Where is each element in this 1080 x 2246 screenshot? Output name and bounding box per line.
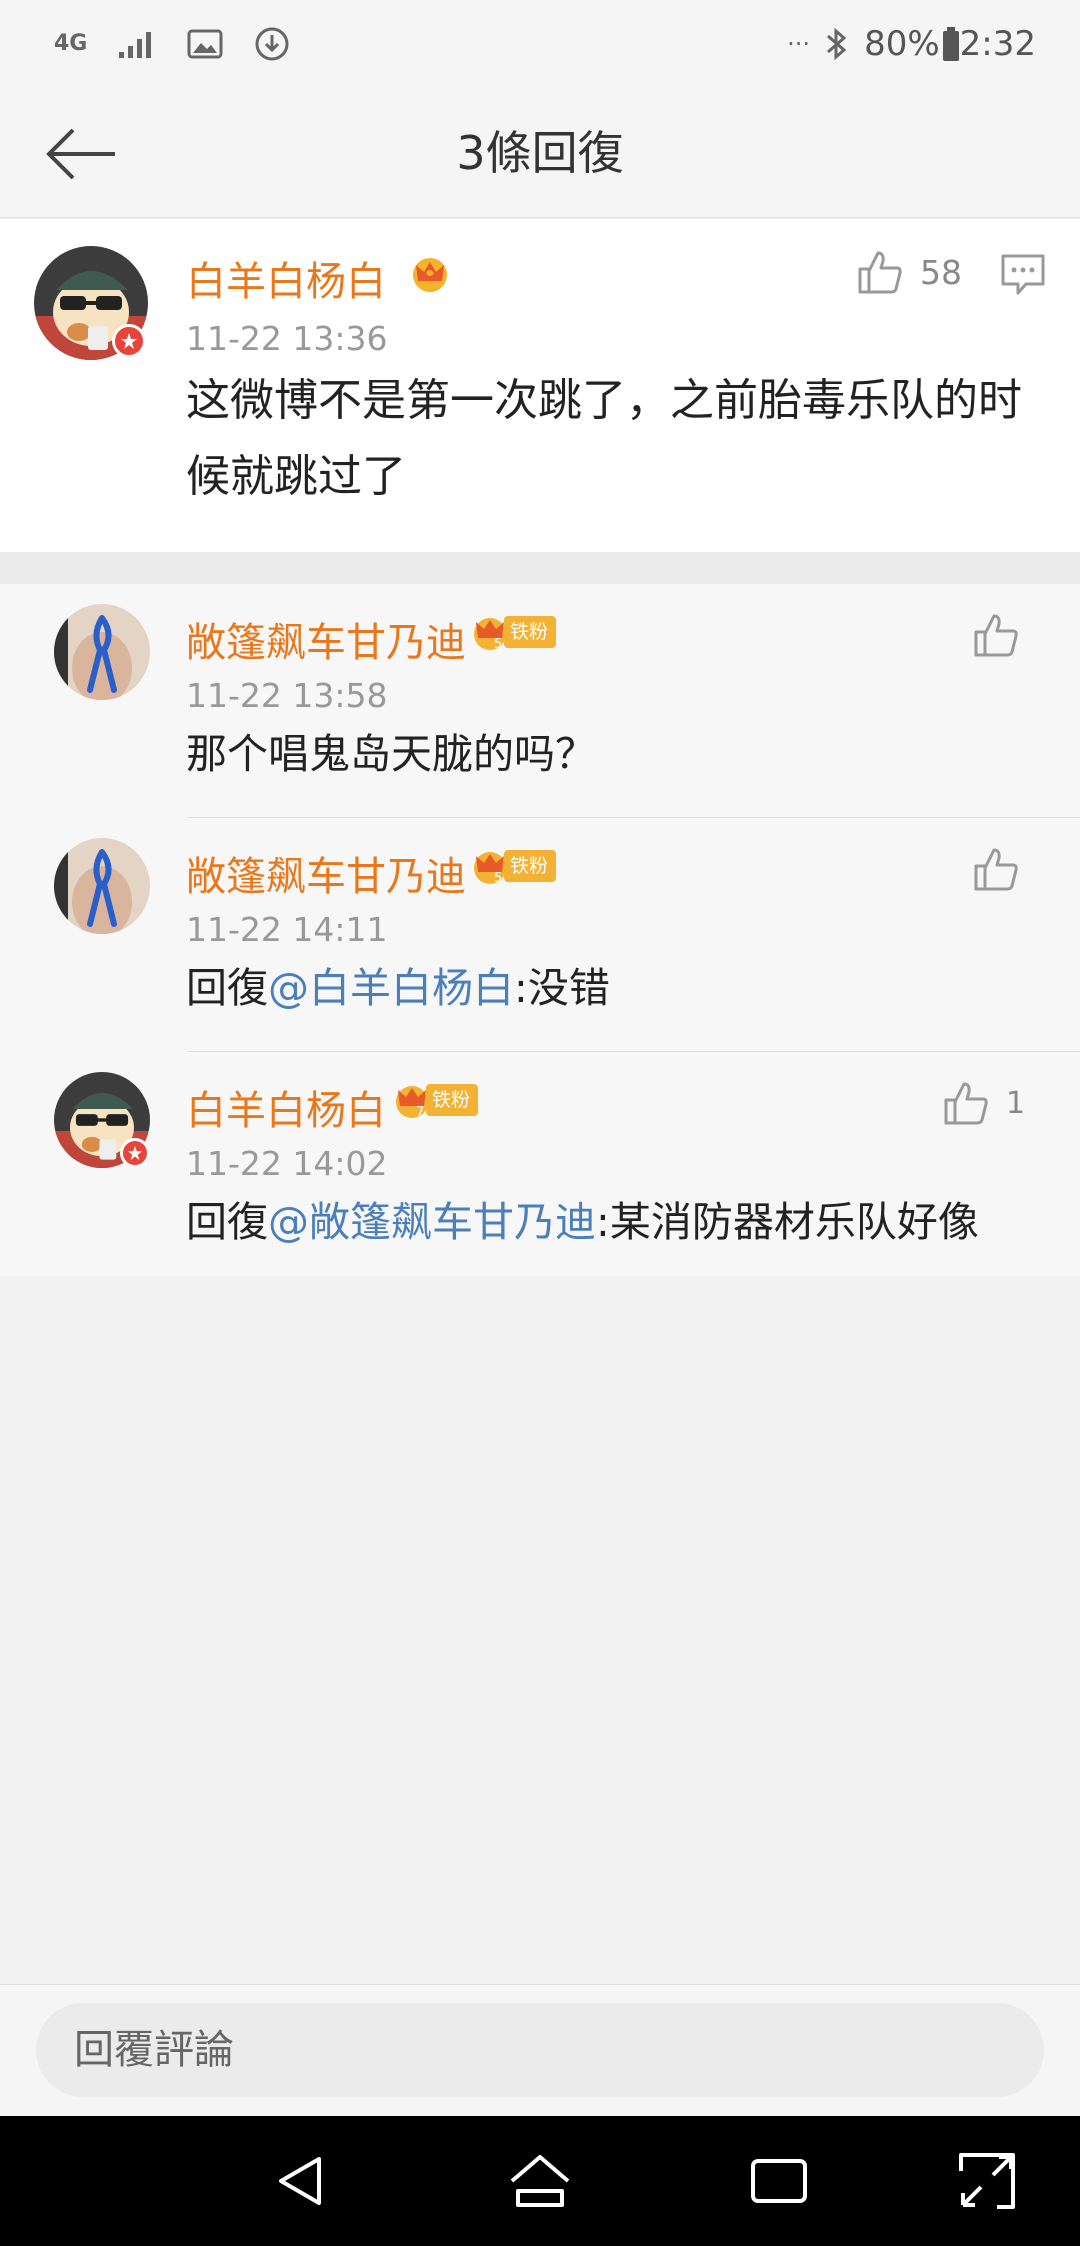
thumbs-up-icon	[858, 251, 902, 294]
section-divider	[0, 552, 1080, 584]
network-4g-icon: 4G	[54, 33, 87, 55]
comment-text: 这微博不是第一次跳了，之前胎毒乐队的时候就跳过了	[186, 375, 1022, 502]
nav-home-button[interactable]	[503, 2144, 577, 2218]
signal-icon	[117, 28, 157, 60]
status-bar: 4G ··· 80% 2:32	[0, 0, 1080, 88]
reply-text: 那个唱鬼岛天胧的吗？	[186, 722, 596, 786]
header: 3條回復	[0, 88, 1080, 218]
like-button[interactable]	[972, 846, 1036, 892]
avatar[interactable]	[34, 246, 148, 360]
system-nav-bar	[0, 2116, 1080, 2246]
vip-crown-icon	[408, 253, 452, 297]
download-icon	[253, 25, 291, 63]
battery-percent: 80%	[864, 24, 940, 64]
avatar[interactable]	[54, 604, 150, 700]
fan-badge: 7 铁粉	[392, 1080, 479, 1120]
nav-back-button[interactable]	[264, 2144, 338, 2218]
ribbon-avatar-image	[54, 838, 150, 934]
like-count: 58	[920, 252, 962, 292]
reply-body: 那个唱鬼岛天胧的吗？	[186, 730, 596, 778]
reply-list: 敞篷飙车甘乃迪 5 铁粉 11-22 13:58 那个唱鬼岛天胧的吗？ 敞篷飙车…	[0, 584, 1080, 1276]
nav-expand-button[interactable]	[950, 2144, 1024, 2218]
fan-badge: 5 铁粉	[470, 846, 557, 886]
reply-body: :没错	[514, 964, 610, 1012]
comment-time: 11-22 13:36	[186, 319, 388, 358]
username[interactable]: 白羊白杨白	[186, 249, 386, 307]
reply-time: 11-22 13:58	[186, 676, 388, 715]
fan-badge-label: 铁粉	[504, 850, 557, 882]
fan-badge: 5 铁粉	[470, 612, 557, 652]
fan-level: 7	[416, 1105, 424, 1120]
username[interactable]: 敞篷飙车甘乃迪	[186, 844, 466, 902]
mention-link[interactable]: @白羊白杨白	[268, 964, 514, 1012]
nav-back-icon	[279, 2157, 321, 2205]
reply-body: :某消防器材乐队好像	[596, 1198, 979, 1246]
fan-level: 5	[494, 871, 502, 886]
mention-link[interactable]: @敞篷飙车甘乃迪	[268, 1198, 596, 1246]
reply-item: 敞篷飙车甘乃迪 5 铁粉 11-22 14:11 回復@白羊白杨白:没错	[0, 818, 1080, 1052]
avatar[interactable]	[54, 838, 150, 934]
reply-text: 回復@敞篷飙车甘乃迪:某消防器材乐队好像	[186, 1190, 979, 1254]
like-button[interactable]	[972, 612, 1036, 658]
reply-item: 白羊白杨白 7 铁粉 1 11-22 14:02 回復@敞篷飙车甘乃迪:某消防器…	[0, 1052, 1080, 1286]
expand-arrows-icon	[959, 2153, 1015, 2209]
reply-bar	[0, 1984, 1080, 2116]
fan-badge-label: 铁粉	[426, 1084, 479, 1116]
fan-level: 5	[494, 637, 502, 652]
username[interactable]: 敞篷飙车甘乃迪	[186, 610, 466, 668]
reply-prefix: 回復	[186, 964, 268, 1012]
reply-comment-button[interactable]	[1000, 253, 1046, 301]
thumbs-up-icon	[974, 614, 1018, 657]
nav-recents-icon	[751, 2159, 807, 2203]
reply-item: 敞篷飙车甘乃迪 5 铁粉 11-22 13:58 那个唱鬼岛天胧的吗？	[0, 584, 1080, 818]
like-button[interactable]: 1	[942, 1080, 1025, 1126]
page-title: 3條回復	[456, 126, 624, 180]
nav-home-icon	[510, 2155, 570, 2207]
ribbon-avatar-image	[54, 604, 150, 700]
network-label: 4G	[54, 31, 88, 56]
like-button[interactable]: 58	[856, 249, 962, 295]
reply-time: 11-22 14:11	[186, 910, 388, 949]
reply-time: 11-22 14:02	[186, 1144, 388, 1183]
bluetooth-icon	[824, 26, 850, 62]
comment-bubble-icon	[1001, 254, 1045, 295]
reply-prefix: 回復	[186, 1198, 268, 1246]
nav-recents-button[interactable]	[742, 2144, 816, 2218]
thumbs-up-icon	[944, 1082, 988, 1125]
username[interactable]: 白羊白杨白	[186, 1078, 386, 1136]
clock: 2:32	[959, 24, 1036, 64]
more-notifications-icon: ···	[787, 30, 811, 58]
main-comment: 白羊白杨白 11-22 13:36 这微博不是第一次跳了，之前胎毒乐队的时候就跳…	[0, 219, 1080, 552]
avatar[interactable]	[54, 1072, 150, 1168]
reply-comment-input[interactable]	[36, 2003, 1044, 2097]
reply-text: 回復@白羊白杨白:没错	[186, 956, 610, 1020]
verified-badge-icon	[120, 1138, 150, 1168]
verified-badge-icon	[112, 324, 146, 358]
gallery-icon	[187, 29, 223, 59]
thumbs-up-icon	[974, 848, 1018, 891]
like-count: 1	[1006, 1085, 1026, 1121]
fan-badge-label: 铁粉	[504, 616, 557, 648]
battery-icon	[942, 27, 960, 61]
